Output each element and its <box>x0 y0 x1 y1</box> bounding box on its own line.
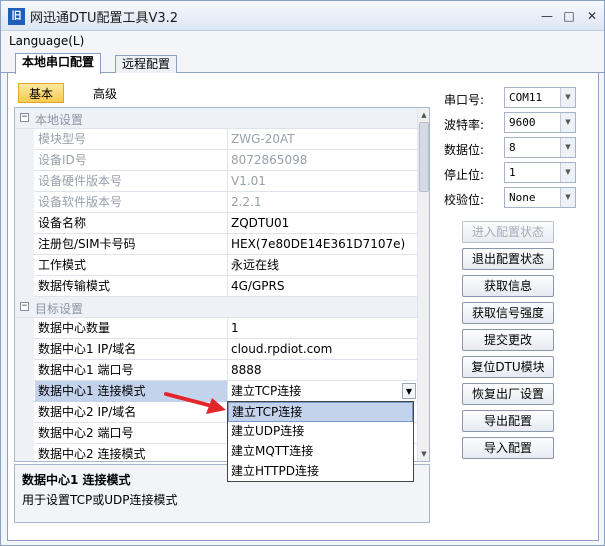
property-name: 数据中心2 端口号 <box>35 423 228 444</box>
table-row[interactable]: 数据中心1 IP/域名 cloud.rpdiot.com <box>15 339 417 360</box>
property-name: 数据中心1 端口号 <box>35 360 228 381</box>
property-value[interactable]: 4G/GPRS <box>228 276 417 297</box>
category-label: 目标设置 <box>35 302 84 316</box>
property-name: 模块型号 <box>35 129 228 150</box>
collapse-icon[interactable]: − <box>20 113 29 122</box>
databits-label: 数据位: <box>444 143 485 157</box>
title-bar: 旧 网迅通DTU配置工具V3.2 — □ ✕ <box>1 1 604 31</box>
scroll-down-icon[interactable]: ▼ <box>419 448 429 460</box>
property-name: 设备软件版本号 <box>35 192 228 213</box>
window-title: 网迅通DTU配置工具V3.2 <box>30 11 179 26</box>
dropdown-option-mqtt[interactable]: 建立MQTT连接 <box>228 442 413 462</box>
scroll-up-icon[interactable]: ▲ <box>419 109 429 121</box>
property-value[interactable]: 永远在线 <box>228 255 417 276</box>
chevron-down-icon[interactable]: ▼ <box>560 163 575 182</box>
vertical-scrollbar[interactable]: ▲ ▼ <box>417 108 429 461</box>
chevron-down-icon[interactable]: ▼ <box>560 88 575 107</box>
collapse-icon[interactable]: − <box>20 302 29 311</box>
stopbits-label: 停止位: <box>444 168 485 182</box>
property-value: V1.01 <box>231 174 266 188</box>
property-name: 注册包/SIM卡号码 <box>35 234 228 255</box>
table-row[interactable]: 注册包/SIM卡号码 HEX(7e80DE14E361D7107e) <box>15 234 417 255</box>
table-row[interactable]: 数据中心数量 1 <box>15 318 417 339</box>
minimize-icon[interactable]: — <box>538 8 556 24</box>
category-target-settings[interactable]: − 目标设置 <box>15 297 417 318</box>
annotation-arrow-icon <box>164 392 226 414</box>
connection-mode-combo[interactable]: 建立TCP连接 <box>228 381 417 402</box>
submit-button[interactable]: 提交更改 <box>462 329 554 351</box>
get-signal-button[interactable]: 获取信号强度 <box>462 302 554 324</box>
description-title: 数据中心1 连接模式 <box>22 473 131 487</box>
parity-select[interactable]: None ▼ <box>504 187 576 208</box>
property-value[interactable]: 8888 <box>228 360 417 381</box>
property-value: 2.2.1 <box>231 195 262 209</box>
maximize-icon[interactable]: □ <box>560 8 578 24</box>
export-config-button[interactable]: 导出配置 <box>462 410 554 432</box>
close-icon[interactable]: ✕ <box>583 8 601 24</box>
table-row[interactable]: 模块型号 ZWG-20AT <box>15 129 417 150</box>
port-label: 串口号: <box>444 93 485 107</box>
property-name: 设备ID号 <box>35 150 228 171</box>
menu-language[interactable]: Language(L) <box>9 34 84 48</box>
import-config-button[interactable]: 导入配置 <box>462 437 554 459</box>
chevron-down-icon[interactable]: ▼ <box>560 188 575 207</box>
baud-label: 波特率: <box>444 118 485 132</box>
chevron-down-icon[interactable]: ▼ <box>560 138 575 157</box>
category-local-settings[interactable]: − 本地设置 <box>15 108 417 129</box>
category-label: 本地设置 <box>35 113 84 127</box>
stopbits-select[interactable]: 1 ▼ <box>504 162 576 183</box>
get-info-button[interactable]: 获取信息 <box>462 275 554 297</box>
menu-bar: Language(L) <box>1 31 604 53</box>
property-value[interactable]: HEX(7e80DE14E361D7107e) <box>228 234 417 255</box>
property-name: 设备名称 <box>35 213 228 234</box>
chevron-down-icon[interactable]: ▼ <box>402 383 416 399</box>
table-row[interactable]: 设备名称 ZQDTU01 <box>15 213 417 234</box>
subtab-advanced[interactable]: 高级 <box>82 83 128 103</box>
tab-local-serial[interactable]: 本地串口配置 <box>15 53 102 74</box>
table-row[interactable]: 数据中心1 端口号 8888 <box>15 360 417 381</box>
table-row[interactable]: 设备ID号 8072865098 <box>15 150 417 171</box>
subtab-basic[interactable]: 基本 <box>18 83 65 103</box>
exit-config-button[interactable]: 退出配置状态 <box>462 248 554 270</box>
connection-mode-dropdown: 建立TCP连接 建立UDP连接 建立MQTT连接 建立HTTPD连接 <box>227 401 414 482</box>
dropdown-option-httpd[interactable]: 建立HTTPD连接 <box>228 462 413 482</box>
chevron-down-icon[interactable]: ▼ <box>560 113 575 132</box>
tab-remote[interactable]: 远程配置 <box>115 55 178 74</box>
property-name: 数据传输模式 <box>35 276 228 297</box>
property-name: 数据中心数量 <box>35 318 228 339</box>
description-text: 用于设置TCP或UDP连接模式 <box>22 493 178 507</box>
property-name: 数据中心1 IP/域名 <box>35 339 228 360</box>
databits-select[interactable]: 8 ▼ <box>504 137 576 158</box>
port-select[interactable]: COM11 ▼ <box>504 87 576 108</box>
factory-reset-button[interactable]: 恢复出厂设置 <box>462 383 554 405</box>
property-value[interactable]: cloud.rpdiot.com <box>228 339 417 360</box>
table-row[interactable]: 设备软件版本号 2.2.1 <box>15 192 417 213</box>
property-name: 工作模式 <box>35 255 228 276</box>
reset-dtu-button[interactable]: 复位DTU模块 <box>462 356 554 378</box>
property-value: 8072865098 <box>231 153 308 167</box>
app-icon: 旧 <box>8 8 25 25</box>
property-name: 设备硬件版本号 <box>35 171 228 192</box>
table-row[interactable]: 工作模式 永远在线 <box>15 255 417 276</box>
dropdown-option-udp[interactable]: 建立UDP连接 <box>228 422 413 442</box>
scroll-thumb[interactable] <box>419 122 429 192</box>
enter-config-button[interactable]: 进入配置状态 <box>462 221 554 243</box>
property-value: ZWG-20AT <box>231 132 295 146</box>
property-value[interactable]: 1 <box>228 318 417 339</box>
property-name: 数据中心2 连接模式 <box>35 444 228 461</box>
parity-label: 校验位: <box>444 193 485 207</box>
table-row[interactable]: 数据传输模式 4G/GPRS <box>15 276 417 297</box>
table-row[interactable]: 设备硬件版本号 V1.01 <box>15 171 417 192</box>
main-tabs: 本地串口配置 远程配置 <box>1 53 604 74</box>
property-value[interactable]: ZQDTU01 <box>228 213 417 234</box>
baud-select[interactable]: 9600 ▼ <box>504 112 576 133</box>
dropdown-option-tcp[interactable]: 建立TCP连接 <box>228 402 413 422</box>
app-window: 旧 网迅通DTU配置工具V3.2 — □ ✕ Language(L) 本地串口配… <box>0 0 605 546</box>
